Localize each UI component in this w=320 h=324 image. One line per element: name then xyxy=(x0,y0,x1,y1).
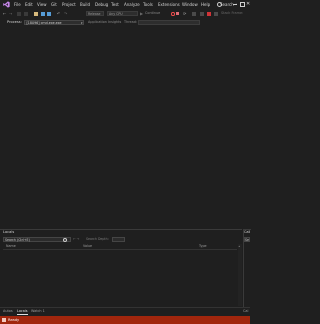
app-insights-icon[interactable] xyxy=(171,12,175,16)
forward-arrow-icon[interactable]: → xyxy=(9,12,13,16)
locals-search-input[interactable]: Search (Ctrl+E) xyxy=(3,237,71,242)
column-value[interactable]: Value xyxy=(83,244,92,249)
visual-studio-logo-icon xyxy=(3,1,10,8)
undo-icon[interactable]: ↶ xyxy=(57,12,61,16)
hot-reload-icon[interactable] xyxy=(176,12,179,15)
continue-button[interactable]: Continue xyxy=(145,11,160,16)
scroll-up-icon[interactable]: ▴ xyxy=(239,244,241,248)
menu-window[interactable]: Window xyxy=(182,2,198,7)
menu-help[interactable]: Help xyxy=(201,2,210,7)
restart-icon[interactable] xyxy=(214,12,218,16)
column-type[interactable]: Type xyxy=(199,244,207,249)
solution-platform-select[interactable]: Any CPU xyxy=(107,11,138,16)
thread-label: Thread: xyxy=(124,19,137,24)
window-layout-icon[interactable] xyxy=(192,12,196,16)
call-stack-search-input[interactable]: Sea xyxy=(244,237,250,242)
menu-build[interactable]: Build xyxy=(80,2,90,7)
chevron-down-icon[interactable]: ▾ xyxy=(81,21,83,25)
tab-watch-1[interactable]: Watch 1 xyxy=(31,308,45,314)
refresh-icon[interactable]: ⟳ xyxy=(183,12,187,16)
maximize-icon[interactable] xyxy=(240,2,245,7)
column-name[interactable]: Name xyxy=(6,244,16,249)
search-navigation-arrows[interactable]: ← → xyxy=(73,237,79,242)
stop-icon[interactable] xyxy=(207,12,211,16)
menu-git[interactable]: Git xyxy=(51,2,57,7)
save-icon[interactable] xyxy=(41,12,45,16)
close-icon[interactable]: ✕ xyxy=(246,1,250,7)
new-item-icon[interactable] xyxy=(17,12,21,16)
locals-scrollbar[interactable] xyxy=(238,244,242,306)
status-ready-icon xyxy=(2,318,6,322)
redo-icon[interactable]: ↷ xyxy=(64,12,68,16)
menu-extensions[interactable]: Extensions xyxy=(158,2,180,7)
tab-call-stack[interactable]: Cal xyxy=(243,308,248,314)
menu-project[interactable]: Project xyxy=(62,2,76,7)
status-bar xyxy=(0,316,250,324)
tab-locals[interactable]: Locals xyxy=(17,308,28,315)
menu-debug[interactable]: Debug xyxy=(95,2,108,7)
minimize-icon[interactable] xyxy=(233,4,237,5)
process-label: Process: xyxy=(7,19,22,24)
search-depth-label: Search Depth: xyxy=(86,237,109,241)
editor-area xyxy=(0,26,250,229)
status-text: Ready xyxy=(8,317,20,322)
menu-tools[interactable]: Tools xyxy=(143,2,153,7)
open-file-icon[interactable] xyxy=(24,12,28,16)
play-icon[interactable]: ▶ xyxy=(140,12,144,16)
menu-file[interactable]: File xyxy=(14,2,21,7)
menu-view[interactable]: View xyxy=(37,2,47,7)
tab-autos[interactable]: Autos xyxy=(3,308,13,314)
menu-analyze[interactable]: Analyze xyxy=(124,2,140,7)
stack-frame-label: Stack Frame: xyxy=(221,11,244,15)
solution-configuration-select[interactable]: Release xyxy=(86,11,104,16)
call-stack-title: Call xyxy=(244,230,251,234)
pause-icon[interactable] xyxy=(200,12,204,16)
back-arrow-icon[interactable]: ← xyxy=(3,12,7,16)
menu-test[interactable]: Test xyxy=(111,2,119,7)
thread-select[interactable] xyxy=(138,20,200,25)
process-select[interactable]: [18096] cmd.exe.exe xyxy=(24,20,84,25)
open-folder-icon[interactable] xyxy=(34,12,38,16)
lifecycle-events-label: Application Insights xyxy=(88,19,122,24)
save-all-icon[interactable] xyxy=(47,12,51,16)
locals-panel-title: Locals xyxy=(3,230,15,234)
menu-edit[interactable]: Edit xyxy=(25,2,33,7)
search-depth-select[interactable] xyxy=(112,237,125,242)
